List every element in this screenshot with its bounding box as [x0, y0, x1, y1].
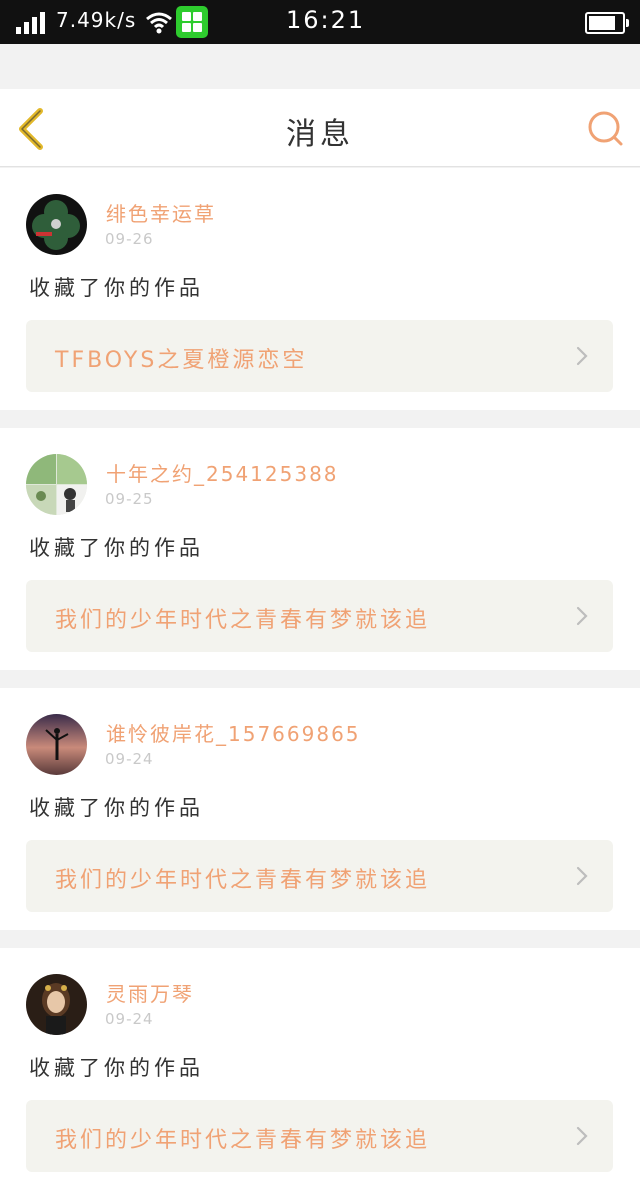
wifi-icon	[146, 12, 172, 34]
chevron-right-icon	[576, 606, 588, 626]
message-date: 09-24	[105, 1010, 154, 1028]
signal-icon	[16, 12, 45, 34]
message-card: 十年之约_254125388 09-25 收藏了你的作品 我们的少年时代之青春有…	[0, 428, 640, 670]
work-title: 我们的少年时代之青春有梦就该追	[55, 1128, 431, 1153]
chevron-right-icon	[576, 866, 588, 886]
app-notification-icon	[176, 6, 208, 38]
message-card: 谁怜彼岸花_157669865 09-24 收藏了你的作品 我们的少年时代之青春…	[0, 688, 640, 930]
username[interactable]: 绯色幸运草	[106, 198, 216, 227]
battery-level	[589, 16, 615, 30]
search-icon[interactable]	[586, 109, 626, 149]
action-text: 收藏了你的作品	[29, 796, 204, 820]
work-title: 我们的少年时代之青春有梦就该追	[55, 868, 431, 893]
message-card: 灵雨万琴 09-24 收藏了你的作品 我们的少年时代之青春有梦就该追	[0, 948, 640, 1190]
action-text: 收藏了你的作品	[29, 276, 204, 300]
action-text: 收藏了你的作品	[29, 1056, 204, 1080]
page-title: 消息	[286, 117, 354, 152]
username[interactable]: 灵雨万琴	[106, 978, 194, 1007]
work-title: 我们的少年时代之青春有梦就该追	[55, 608, 431, 633]
status-bar: 7.49k/s 16:21	[0, 0, 640, 44]
network-speed: 7.49k/s	[56, 8, 137, 32]
chevron-right-icon	[576, 346, 588, 366]
message-date: 09-24	[105, 750, 154, 768]
work-link[interactable]: 我们的少年时代之青春有梦就该追	[26, 1100, 613, 1172]
battery-icon	[585, 12, 629, 34]
work-title: TFBOYS之夏橙源恋空	[55, 348, 308, 373]
work-link[interactable]: 我们的少年时代之青春有梦就该追	[26, 580, 613, 652]
username[interactable]: 谁怜彼岸花_157669865	[106, 718, 361, 747]
clock: 16:21	[286, 6, 366, 34]
avatar[interactable]	[26, 974, 87, 1035]
message-card: 绯色幸运草 09-26 收藏了你的作品 TFBOYS之夏橙源恋空	[0, 168, 640, 410]
avatar[interactable]	[26, 454, 87, 515]
chevron-right-icon	[576, 1126, 588, 1146]
username[interactable]: 十年之约_254125388	[106, 458, 339, 487]
avatar[interactable]	[26, 194, 87, 255]
message-date: 09-26	[105, 230, 154, 248]
avatar[interactable]	[26, 714, 87, 775]
top-nav-bar: 消息	[0, 89, 640, 167]
work-link[interactable]: 我们的少年时代之青春有梦就该追	[26, 840, 613, 912]
action-text: 收藏了你的作品	[29, 536, 204, 560]
work-link[interactable]: TFBOYS之夏橙源恋空	[26, 320, 613, 392]
message-date: 09-25	[105, 490, 154, 508]
